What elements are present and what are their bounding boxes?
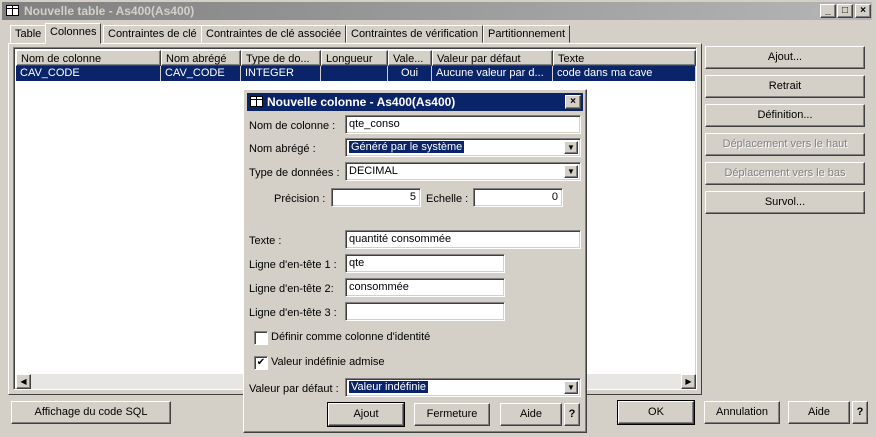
data-type-combo[interactable]: DECIMAL ▼ [345, 162, 581, 181]
remove-button[interactable]: Retrait [705, 75, 865, 98]
identity-label: Définir comme colonne d'identité [271, 331, 431, 343]
cell-name: CAV_CODE [16, 66, 161, 81]
cell-text: code dans ma cave [553, 66, 696, 81]
default-value-value: Valeur indéfinie [349, 381, 429, 393]
data-type-label: Type de données : [249, 167, 340, 179]
new-column-dialog: Nouvelle colonne - As400(As400) × Nom de… [243, 89, 587, 433]
ok-button[interactable]: OK [617, 400, 695, 425]
col-header-short[interactable]: Nom abrégé [161, 50, 241, 66]
tab-partitionnement[interactable]: Partitionnement [483, 25, 571, 43]
scroll-left-icon[interactable]: ◀ [16, 374, 31, 389]
move-up-button[interactable]: Déplacement vers le haut [705, 133, 865, 156]
move-down-button[interactable]: Déplacement vers le bas [705, 162, 865, 185]
dialog-help-button[interactable]: Aide [500, 403, 562, 426]
cell-type: INTEGER [241, 66, 321, 81]
tab-contraintes-verification[interactable]: Contraintes de vérification [346, 25, 484, 43]
precision-label: Précision : [274, 193, 326, 205]
dialog-close-button[interactable]: Fermeture [414, 403, 490, 426]
default-value-label: Valeur par défaut : [249, 383, 339, 395]
null-allowed-label: Valeur indéfinie admise [271, 356, 385, 368]
cancel-button[interactable]: Annulation [704, 401, 780, 424]
window-title-bar: Nouvelle table - As400(As400) _ □ × [2, 2, 872, 20]
dialog-context-help-button[interactable]: ? [564, 403, 580, 426]
table-icon [250, 96, 263, 107]
data-type-value: DECIMAL [349, 165, 398, 177]
table-row[interactable]: CAV_CODE CAV_CODE INTEGER Oui Aucune val… [16, 66, 696, 81]
heading2-label: Ligne d'en-tête 2: [249, 283, 334, 295]
context-help-button[interactable]: ? [852, 401, 868, 424]
col-header-name[interactable]: Nom de colonne [16, 50, 161, 66]
help-button[interactable]: Aide [788, 401, 850, 424]
maximize-button[interactable]: □ [837, 4, 853, 18]
browse-button[interactable]: Survol... [705, 191, 865, 214]
heading2-input[interactable]: consommée [345, 278, 505, 297]
short-name-combo[interactable]: Généré par le système ▼ [345, 138, 581, 157]
short-name-label: Nom abrégé : [249, 143, 316, 155]
cell-null: Oui [388, 66, 432, 81]
col-header-length[interactable]: Longueur [321, 50, 388, 66]
identity-checkbox[interactable] [254, 331, 268, 345]
tab-table[interactable]: Table [10, 25, 47, 43]
dialog-title-bar: Nouvelle colonne - As400(As400) × [247, 93, 583, 111]
table-icon [6, 5, 19, 16]
close-button[interactable]: × [855, 4, 871, 18]
scale-input[interactable]: 0 [473, 188, 563, 207]
chevron-down-icon[interactable]: ▼ [564, 141, 578, 154]
col-header-type[interactable]: Type de do... [241, 50, 321, 66]
default-value-combo[interactable]: Valeur indéfinie ▼ [345, 378, 581, 397]
scale-label: Echelle : [426, 193, 469, 205]
add-button[interactable]: Ajout... [705, 46, 865, 69]
chevron-down-icon[interactable]: ▼ [564, 165, 578, 178]
window-title: Nouvelle table - As400(As400) [24, 4, 195, 18]
chevron-down-icon[interactable]: ▼ [564, 381, 578, 394]
text-input[interactable]: quantité consommée [345, 230, 581, 249]
cell-length [321, 66, 388, 81]
cell-default: Aucune valeur par d... [432, 66, 553, 81]
text-label: Texte : [249, 235, 282, 247]
column-name-label: Nom de colonne : [249, 120, 336, 132]
minimize-button[interactable]: _ [820, 4, 836, 18]
column-name-input[interactable]: qte_conso [345, 115, 581, 134]
col-header-default[interactable]: Valeur par défaut [432, 50, 553, 66]
dialog-title: Nouvelle colonne - As400(As400) [267, 95, 456, 109]
col-header-text[interactable]: Texte [553, 50, 696, 66]
heading1-input[interactable]: qte [345, 254, 505, 273]
dialog-close-icon[interactable]: × [565, 95, 581, 109]
scroll-right-icon[interactable]: ▶ [681, 374, 696, 389]
heading1-label: Ligne d'en-tête 1 : [249, 259, 337, 271]
heading3-label: Ligne d'en-tête 3 : [249, 307, 337, 319]
cell-short: CAV_CODE [161, 66, 241, 81]
show-sql-button[interactable]: Affichage du code SQL [11, 401, 171, 424]
short-name-value: Généré par le système [349, 141, 465, 153]
null-allowed-checkbox[interactable]: ✔ [254, 356, 268, 370]
dialog-add-button[interactable]: Ajout [327, 402, 405, 427]
definition-button[interactable]: Définition... [705, 104, 865, 127]
heading3-input[interactable] [345, 302, 505, 321]
tab-contraintes-cle-associee[interactable]: Contraintes de clé associée [201, 25, 347, 43]
tab-colonnes[interactable]: Colonnes [45, 23, 102, 44]
tab-contraintes-cle[interactable]: Contraintes de clé [103, 25, 202, 43]
precision-input[interactable]: 5 [331, 188, 421, 207]
col-header-null[interactable]: Vale... [388, 50, 432, 66]
